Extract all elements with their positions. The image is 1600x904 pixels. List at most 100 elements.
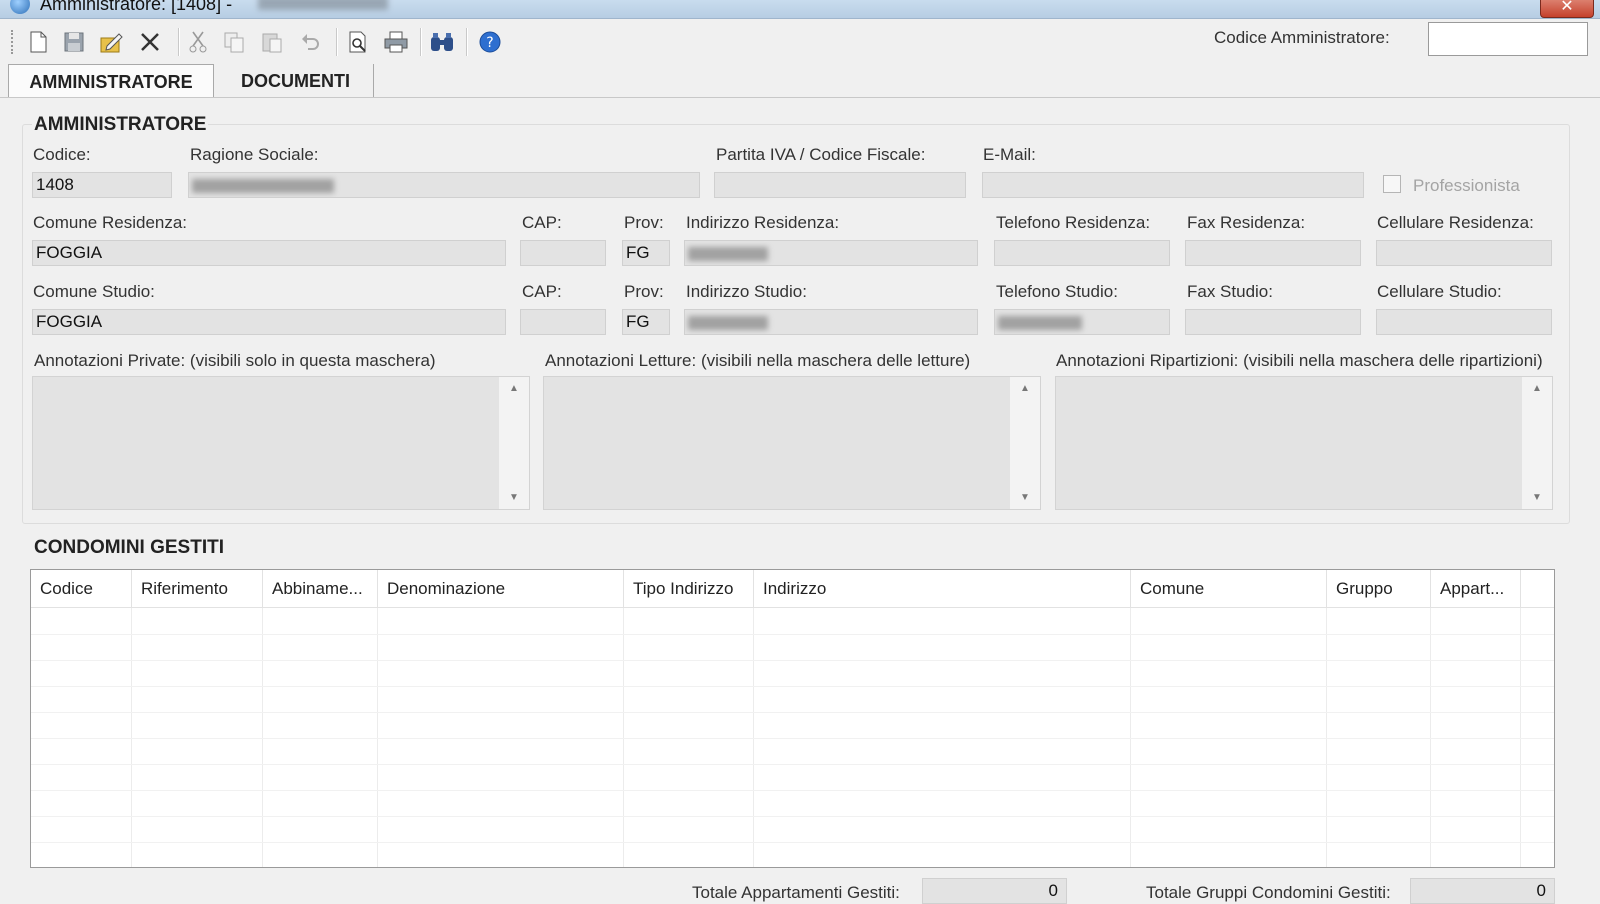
- annotazioni-private-textarea[interactable]: ▲ ▼: [32, 376, 530, 510]
- find-button[interactable]: [428, 28, 456, 56]
- prov-studio-field[interactable]: FG: [622, 309, 670, 335]
- undo-button[interactable]: [296, 28, 324, 56]
- help-button[interactable]: ?: [476, 28, 504, 56]
- toolbar-separator: [336, 28, 338, 56]
- email-label: E-Mail:: [983, 145, 1036, 164]
- annotazioni-letture-label: Annotazioni Letture: (visibili nella mas…: [545, 351, 971, 370]
- save-icon: [64, 32, 84, 52]
- toolbar-grip[interactable]: [11, 30, 16, 54]
- column-header-indirizzo[interactable]: Indirizzo: [754, 570, 1131, 608]
- scroll-down-icon[interactable]: ▼: [1020, 492, 1030, 503]
- indirizzo-studio-label: Indirizzo Studio:: [686, 282, 807, 301]
- cellulare-studio-field[interactable]: [1376, 309, 1552, 335]
- cut-icon: [189, 31, 207, 53]
- scroll-up-icon[interactable]: ▲: [1020, 383, 1030, 394]
- annotazioni-private-scrollbar[interactable]: ▲ ▼: [499, 377, 529, 509]
- redacted-text: [998, 315, 1082, 330]
- print-button[interactable]: [382, 28, 410, 56]
- tab-amministratore[interactable]: AMMINISTRATORE: [8, 64, 214, 98]
- telefono-residenza-label: Telefono Residenza:: [996, 213, 1151, 232]
- delete-button[interactable]: [136, 28, 164, 56]
- partita-iva-label: Partita IVA / Codice Fiscale:: [716, 145, 926, 164]
- codice-label: Codice:: [33, 145, 91, 164]
- comune-studio-label: Comune Studio:: [33, 282, 155, 301]
- scroll-down-icon[interactable]: ▼: [1532, 492, 1542, 503]
- column-header-riferimento[interactable]: Riferimento: [132, 570, 263, 608]
- tab-divider: [0, 97, 1600, 98]
- telefono-residenza-field[interactable]: [994, 240, 1170, 266]
- print-icon: [384, 31, 408, 53]
- cap-residenza-field[interactable]: [520, 240, 606, 266]
- grid-line: [31, 738, 1554, 739]
- cap-studio-label: CAP:: [522, 282, 562, 301]
- edit-button[interactable]: [98, 28, 126, 56]
- condomini-grid[interactable]: Codice Riferimento Abbiname... Denominaz…: [30, 569, 1555, 868]
- new-button[interactable]: [24, 28, 52, 56]
- prov-residenza-label: Prov:: [624, 213, 664, 232]
- new-icon: [30, 31, 47, 53]
- annotazioni-private-label: Annotazioni Private: (visibili solo in q…: [34, 351, 436, 370]
- annotazioni-letture-scrollbar[interactable]: ▲ ▼: [1010, 377, 1040, 509]
- condomini-section-title: CONDOMINI GESTITI: [32, 537, 226, 559]
- column-header-abbinamento[interactable]: Abbiname...: [263, 570, 378, 608]
- annotazioni-ripartizioni-textarea[interactable]: ▲ ▼: [1055, 376, 1553, 510]
- window-title: Amministratore: [1408] -: [40, 0, 233, 14]
- copy-button[interactable]: [220, 28, 248, 56]
- column-header-appartamenti[interactable]: Appart...: [1431, 570, 1521, 608]
- professionista-checkbox[interactable]: [1383, 175, 1401, 193]
- partita-iva-field[interactable]: [714, 172, 966, 198]
- copy-icon: [224, 32, 244, 53]
- find-icon: [431, 33, 453, 51]
- grid-line: [31, 634, 1554, 635]
- redacted-text: [688, 315, 768, 330]
- codice-amministratore-input[interactable]: [1428, 22, 1588, 56]
- scroll-up-icon[interactable]: ▲: [1532, 383, 1542, 394]
- indirizzo-residenza-label: Indirizzo Residenza:: [686, 213, 840, 232]
- toolbar-separator: [466, 28, 468, 56]
- indirizzo-studio-field[interactable]: [684, 309, 978, 335]
- cut-button[interactable]: [184, 28, 212, 56]
- save-button[interactable]: [60, 28, 88, 56]
- column-header-gruppo[interactable]: Gruppo: [1327, 570, 1431, 608]
- print-preview-button[interactable]: [344, 28, 372, 56]
- grid-line: [31, 764, 1554, 765]
- email-field[interactable]: [982, 172, 1364, 198]
- cellulare-residenza-label: Cellulare Residenza:: [1377, 213, 1534, 232]
- grid-line: [31, 686, 1554, 687]
- column-header-denominazione[interactable]: Denominazione: [378, 570, 624, 608]
- undo-icon: [302, 34, 319, 50]
- help-icon: ?: [479, 31, 501, 53]
- scroll-up-icon[interactable]: ▲: [509, 383, 519, 394]
- title-bar: Amministratore: [1408] - ✕: [0, 0, 1600, 19]
- delete-icon: [141, 33, 159, 51]
- column-header-tipo-indirizzo[interactable]: Tipo Indirizzo: [624, 570, 754, 608]
- ragione-sociale-field[interactable]: [188, 172, 700, 198]
- scroll-down-icon[interactable]: ▼: [509, 492, 519, 503]
- grid-line: [31, 660, 1554, 661]
- codice-field[interactable]: 1408: [32, 172, 172, 198]
- print-preview-icon: [349, 31, 366, 53]
- edit-icon: [100, 33, 123, 53]
- paste-button[interactable]: [258, 28, 286, 56]
- annotazioni-letture-textarea[interactable]: ▲ ▼: [543, 376, 1041, 510]
- comune-residenza-field[interactable]: FOGGIA: [32, 240, 506, 266]
- close-button[interactable]: ✕: [1540, 0, 1594, 18]
- fax-studio-field[interactable]: [1185, 309, 1361, 335]
- fax-residenza-field[interactable]: [1185, 240, 1361, 266]
- fax-residenza-label: Fax Residenza:: [1187, 213, 1306, 232]
- app-icon: [10, 0, 30, 14]
- totale-appartamenti-field: 0: [922, 878, 1067, 904]
- indirizzo-residenza-field[interactable]: [684, 240, 978, 266]
- cap-studio-field[interactable]: [520, 309, 606, 335]
- totale-appartamenti-label: Totale Appartamenti Gestiti:: [692, 883, 900, 902]
- telefono-studio-field[interactable]: [994, 309, 1170, 335]
- column-header-codice[interactable]: Codice: [31, 570, 132, 608]
- comune-studio-field[interactable]: FOGGIA: [32, 309, 506, 335]
- column-header-comune[interactable]: Comune: [1131, 570, 1327, 608]
- cellulare-residenza-field[interactable]: [1376, 240, 1552, 266]
- tab-documenti[interactable]: DOCUMENTI: [218, 64, 374, 98]
- professionista-label: Professionista: [1413, 176, 1520, 195]
- annotazioni-ripartizioni-scrollbar[interactable]: ▲ ▼: [1522, 377, 1552, 509]
- window-title-redacted: [258, 0, 388, 10]
- prov-residenza-field[interactable]: FG: [622, 240, 670, 266]
